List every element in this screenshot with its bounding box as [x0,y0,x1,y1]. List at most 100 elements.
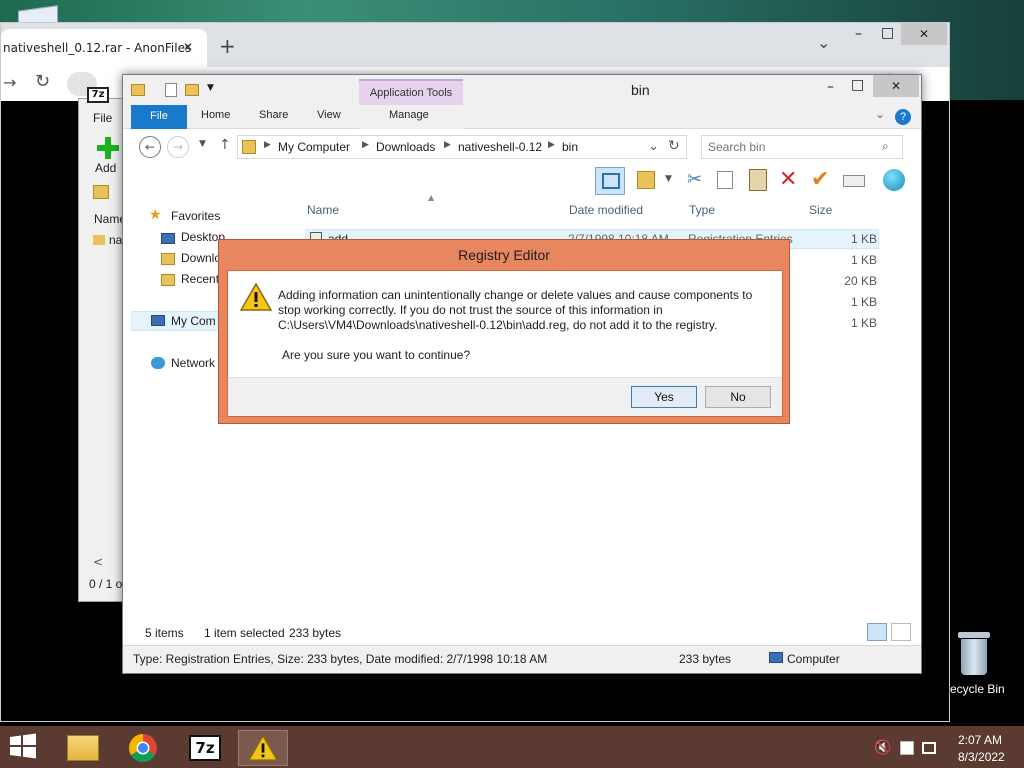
tab-home[interactable]: Home [201,109,230,121]
back-icon[interactable]: ← [139,136,161,158]
tab-file[interactable]: File [131,105,187,129]
warning-icon [248,735,278,761]
explorer-titlebar: ▼ Application Tools bin – □ ✕ [123,75,921,105]
forward-icon[interactable]: → [167,136,189,158]
up-icon[interactable]: ↑ [219,137,231,153]
nav-downloads[interactable]: Downlo [181,251,221,265]
checkmark-icon[interactable]: ✔ [811,167,829,192]
copy-icon[interactable] [717,171,733,189]
file-size: 1 KB [850,295,877,309]
chrome-icon [129,734,157,762]
column-name[interactable]: Name [307,203,339,217]
recycle-bin-label[interactable]: ecycle Bin [950,682,1005,696]
breadcrumb-item[interactable]: bin [562,140,578,154]
recycle-bin-icon[interactable] [956,632,992,676]
globe-icon[interactable] [883,169,905,191]
search-icon[interactable]: ⌕ [882,139,889,154]
column-date[interactable]: Date modified [569,203,643,217]
chrome-tab-title: nativeshell_0.12.rar - AnonFiles [3,41,192,55]
folder-options-icon[interactable] [637,171,655,189]
delete-icon[interactable]: ✕ [779,167,797,192]
ribbon-tabs: File Home Share View Manage ⌄ ? [123,105,921,129]
maximize-button[interactable]: □ [881,25,894,41]
sevenzip-status: 0 / 1 o [89,577,123,591]
breadcrumb-item[interactable]: My Computer [278,140,350,154]
new-tab-button[interactable]: + [219,34,236,58]
minimize-button[interactable]: – [855,26,862,42]
warning-icon [239,282,273,311]
chevron-down-icon[interactable]: ▼ [207,83,214,93]
column-size[interactable]: Size [809,203,832,217]
chevron-down-icon[interactable]: ⌄ [875,107,885,121]
reload-icon[interactable]: ↻ [35,71,50,92]
large-icons-view-icon[interactable] [891,623,911,641]
close-button[interactable]: ✕ [901,23,947,45]
new-folder-icon[interactable] [185,84,199,96]
nav-recent[interactable]: Recent [181,272,219,286]
forward-icon[interactable]: → [3,73,16,92]
computer-icon [769,652,783,663]
sevenzip-menu-file[interactable]: File [93,111,112,125]
tab-view[interactable]: View [317,109,341,121]
add-icon[interactable] [97,137,119,159]
speaker-muted-icon[interactable]: 🔇 [874,740,891,756]
yes-button[interactable]: Yes [631,386,697,408]
cut-icon[interactable]: ✂ [687,169,702,190]
search-box[interactable]: ⌕ [701,135,903,159]
window-title: bin [631,82,650,98]
network-tray-icon[interactable] [922,742,936,754]
status-selected: 1 item selected [204,626,285,640]
chevron-down-icon[interactable]: ▼ [665,174,672,184]
add-button-label[interactable]: Add [95,161,116,175]
nav-network[interactable]: Network [171,356,215,370]
taskbar-7zip[interactable]: 7z [180,730,230,766]
address-bar[interactable]: ▶ My Computer ▶ Downloads ▶ nativeshell-… [237,135,687,159]
status-bytes: 233 bytes [289,626,342,640]
preview-pane-icon[interactable] [595,167,625,195]
taskbar-file-explorer[interactable] [58,730,108,766]
scroll-left-arrow[interactable]: < [93,555,103,569]
chevron-down-icon[interactable]: ▼ [199,139,206,149]
details-text: Type: Registration Entries, Size: 233 by… [133,652,548,666]
sort-arrow-icon: ▲ [428,193,435,202]
chevron-down-icon[interactable]: ⌄ [817,33,830,52]
refresh-icon[interactable]: ↻ [668,138,680,154]
sevenzip-item[interactable]: na [109,233,122,247]
paste-icon[interactable] [749,169,767,191]
column-type[interactable]: Type [689,203,715,217]
flag-error-icon[interactable] [900,741,914,755]
breadcrumb-item[interactable]: Downloads [376,140,435,154]
help-icon[interactable]: ? [895,109,911,125]
properties-icon[interactable] [165,83,177,97]
details-computer: Computer [787,652,840,666]
clock-date[interactable]: 8/3/2022 [958,750,1005,764]
details-view-icon[interactable] [867,623,887,641]
folder-icon [67,735,99,761]
tab-manage[interactable]: Manage [389,109,429,121]
nav-favorites[interactable]: Favorites [171,209,220,223]
rename-icon[interactable] [843,175,865,187]
search-input[interactable] [708,139,878,155]
close-button[interactable]: ✕ [873,75,919,97]
command-toolbar: ▼ ✂ ✕ ✔ [123,165,921,199]
favorites-star-icon: ★ [149,207,162,223]
chevron-down-icon[interactable]: ⌄ [648,139,659,154]
network-icon [151,357,165,369]
maximize-button[interactable]: □ [851,77,864,93]
breadcrumb-item[interactable]: nativeshell-0.12 [458,140,542,154]
close-icon[interactable]: ✕ [183,40,193,54]
registry-editor-dialog: Registry Editor Adding information can u… [218,239,790,424]
dialog-message: Adding information can unintentionally c… [278,288,753,332]
clock-time[interactable]: 2:07 AM [958,733,1002,747]
taskbar-chrome[interactable] [118,730,168,766]
taskbar-registry-warning[interactable] [238,730,288,766]
file-size: 1 KB [850,316,877,330]
tab-share[interactable]: Share [259,109,288,121]
chrome-tab[interactable]: nativeshell_0.12.rar - AnonFiles ✕ [1,29,207,67]
file-size: 20 KB [844,274,877,288]
no-button[interactable]: No [705,386,771,408]
up-folder-icon[interactable] [93,185,109,199]
start-button[interactable] [8,732,40,762]
nav-computer[interactable]: My Com [171,314,216,328]
minimize-button[interactable]: – [827,79,834,95]
